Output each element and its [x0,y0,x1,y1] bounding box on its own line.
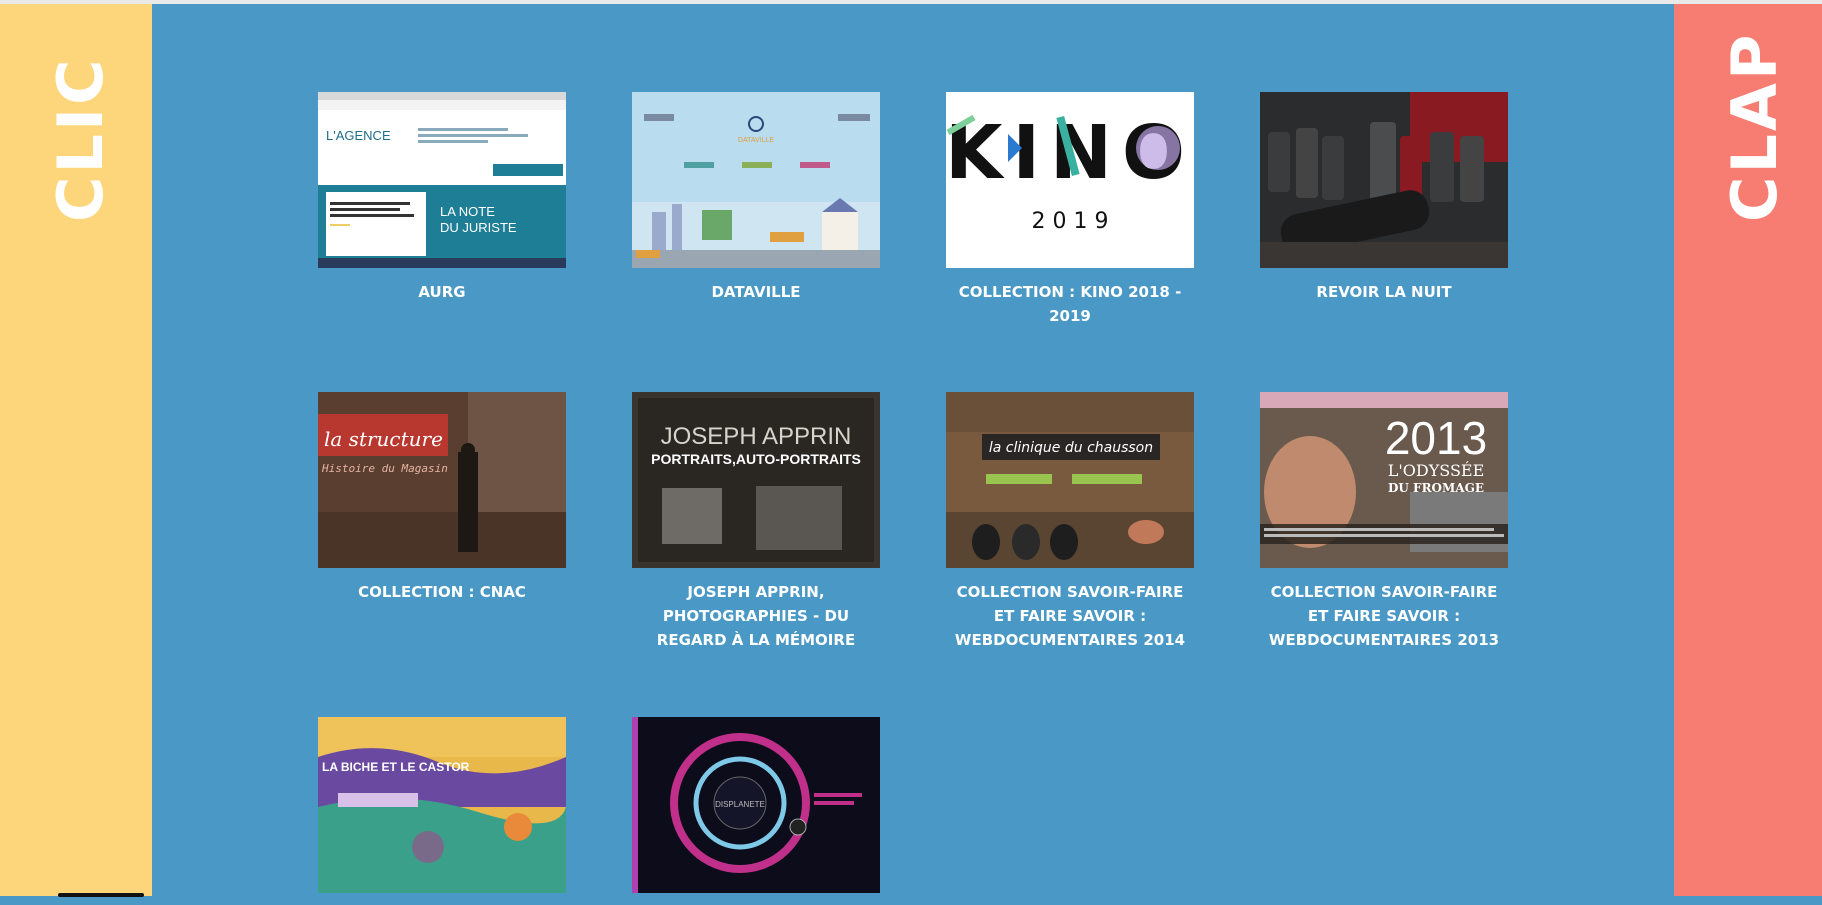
project-thumbnail[interactable]: KINO 2 0 1 9 [946,92,1194,268]
project-caption[interactable]: COLLECTION SAVOIR-FAIRE ET FAIRE SAVOIR … [1260,580,1508,652]
project-caption[interactable]: AURG [318,280,566,304]
project-card-kino[interactable]: KINO 2 0 1 9 COLLECTION : KINO 2018 - 20… [946,92,1194,328]
thumb-text: la clinique du chausson [989,440,1153,456]
scroll-handle[interactable] [58,893,144,897]
sidebar-clap[interactable]: CLAP [1674,4,1822,896]
project-card-savoir-faire-2013[interactable]: 2013 L'ODYSSÉE DU FROMAGE COLLECTION SAV… [1260,392,1508,652]
thumb-text: la structure [324,427,443,451]
sidebar-clic[interactable]: CLIC [0,4,152,896]
thumb-text: JOSEPH APPRIN [661,423,852,450]
project-thumbnail[interactable]: LA BICHE ET LE CASTOR [318,717,566,893]
thumb-text: DU FROMAGE [1388,481,1484,495]
top-border [0,0,1822,4]
project-card-cnac[interactable]: la structure Histoire du Magasin COLLECT… [318,392,566,604]
thumb-text: LA NOTE [440,204,495,219]
project-card-savoir-faire-2014[interactable]: la clinique du chausson COLLECTION SAVOI… [946,392,1194,652]
project-thumbnail[interactable]: la clinique du chausson [946,392,1194,568]
project-caption[interactable]: COLLECTION : KINO 2018 - 2019 [946,280,1194,328]
thumb-text: 2 0 1 9 [1032,209,1109,234]
thumb-text: L'AGENCE [326,128,391,143]
project-thumbnail[interactable] [1260,92,1508,268]
project-thumbnail[interactable]: DATAVILLE [632,92,880,268]
project-card-biche-castor[interactable]: LA BICHE ET LE CASTOR [318,717,566,905]
thumb-text: DU JURISTE [440,220,517,235]
project-caption[interactable]: COLLECTION SAVOIR-FAIRE ET FAIRE SAVOIR … [946,580,1194,652]
thumb-text: L'ODYSSÉE [1388,460,1485,480]
sidebar-clic-label: CLIC [44,56,117,222]
project-thumbnail[interactable]: la structure Histoire du Magasin [318,392,566,568]
project-thumbnail[interactable]: DISPLANETE [632,717,880,893]
project-card-displanete[interactable]: DISPLANETE [632,717,880,905]
project-card-revoir-la-nuit[interactable]: REVOIR LA NUIT [1260,92,1508,304]
thumb-text: LA BICHE ET LE CASTOR [322,760,470,774]
project-card-aurg[interactable]: L'AGENCE LA NOTE DU JURISTE AURG [318,92,566,304]
project-card-dataville[interactable]: DATAVILLE DATAVILLE [632,92,880,304]
thumb-text: DISPLANETE [715,800,765,809]
project-caption[interactable]: REVOIR LA NUIT [1260,280,1508,304]
thumb-text: DATAVILLE [738,137,775,144]
thumb-text: PORTRAITS,AUTO-PORTRAITS [651,451,861,467]
project-thumbnail[interactable]: 2013 L'ODYSSÉE DU FROMAGE [1260,392,1508,568]
project-caption[interactable]: DATAVILLE [632,280,880,304]
project-thumbnail[interactable]: L'AGENCE LA NOTE DU JURISTE [318,92,566,268]
thumb-text: 2013 [1385,412,1487,464]
project-card-joseph-apprin[interactable]: JOSEPH APPRIN PORTRAITS,AUTO-PORTRAITS J… [632,392,880,652]
thumb-text: Histoire du Magasin [321,462,448,475]
project-thumbnail[interactable]: JOSEPH APPRIN PORTRAITS,AUTO-PORTRAITS [632,392,880,568]
sidebar-clap-label: CLAP [1718,31,1791,222]
project-caption[interactable]: JOSEPH APPRIN, PHOTOGRAPHIES - DU REGARD… [632,580,880,652]
project-caption[interactable]: COLLECTION : CNAC [318,580,566,604]
